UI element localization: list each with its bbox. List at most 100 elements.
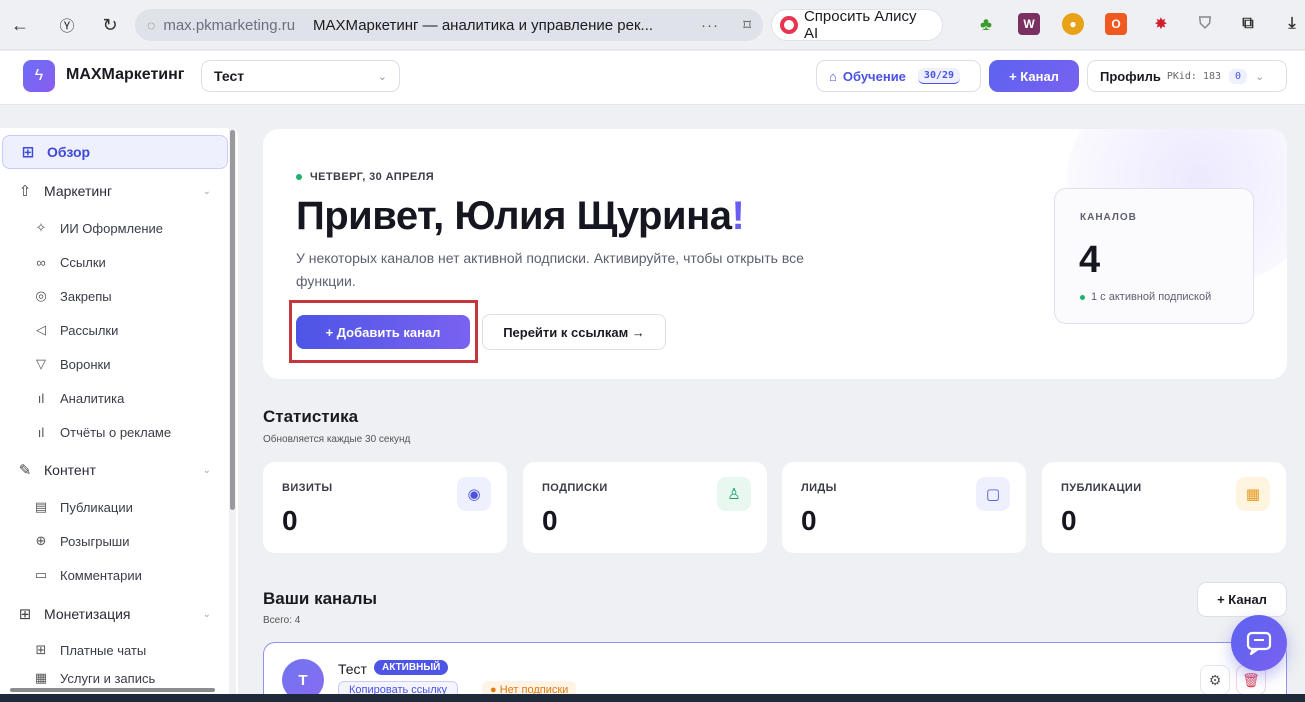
sidebar: ⊞ Обзор ⇧ Маркетинг ⌄ ✧ ИИ Оформление ∞ … [0, 128, 238, 694]
go-to-links-button[interactable]: Перейти к ссылкам → [482, 314, 666, 350]
magic-wand-icon: ✧ [35, 220, 47, 235]
browser-toolbar: ← Ⓨ ↻ ◌ max.pkmarketing.ru MAXМаркетинг … [0, 0, 1305, 50]
extension-leaf-icon[interactable]: ♣ [975, 13, 997, 35]
sidebar-scrollbar-thumb[interactable] [230, 130, 235, 510]
chevron-down-icon: ⌄ [202, 608, 211, 620]
bar-chart-icon: ıl [37, 424, 45, 440]
stat-value: 0 [1061, 505, 1077, 536]
sidebar-item-label: Платные чаты [60, 642, 147, 658]
sidebar-item-pins[interactable]: ◎ Закрепы [0, 281, 112, 311]
channel-row[interactable]: Т Тест АКТИВНЫЙ Копировать ссылку ● Нет … [263, 642, 1287, 702]
bar-chart-icon: ıl [37, 390, 45, 406]
sidebar-item-label: Обзор [47, 144, 91, 160]
stat-value: 0 [542, 505, 558, 536]
stats-title: Статистика [263, 407, 359, 426]
stat-card-visits: ВИЗИТЫ 0 ◉ [263, 462, 507, 553]
channel-name: Тест [338, 661, 367, 677]
comment-icon: ▭ [34, 567, 48, 582]
stats-subtitle: Обновляется каждые 30 секунд [263, 434, 411, 445]
current-date-text: ЧЕТВЕРГ, 30 АПРЕЛЯ [310, 171, 435, 183]
sidebar-item-analytics[interactable]: ıl Аналитика [0, 383, 125, 413]
alice-button[interactable]: Спросить Алису AI [771, 8, 943, 42]
extension-o-icon[interactable]: O [1105, 13, 1127, 35]
sidebar-item-mailings[interactable]: ◁ Рассылки [0, 315, 118, 345]
plus-box-icon: ⊞ [35, 642, 47, 657]
sidebar-item-ai-design[interactable]: ✧ ИИ Оформление [0, 213, 163, 243]
yandex-icon[interactable]: Ⓨ [50, 8, 84, 42]
logo-icon: ϟ [23, 60, 55, 92]
greeting-text: Привет, Юлия Щурина [296, 194, 732, 238]
os-taskbar [0, 694, 1305, 702]
link-icon: ∞ [36, 254, 46, 270]
sidebar-item-label: Отчёты о рекламе [60, 424, 172, 440]
app-header: ϟ MAXМаркетинг Тест ⌄ ⌂ Обучение 30/29 +… [0, 51, 1305, 105]
stat-card-subscriptions: ПОДПИСКИ 0 ♙ [523, 462, 767, 553]
gear-icon[interactable]: ⚙ [1200, 665, 1230, 695]
sidebar-item-content[interactable]: ✎ Контент ⌄ [0, 455, 225, 485]
grid-icon: ⊞ [21, 144, 35, 161]
sidebar-item-giveaways[interactable]: ⊕ Розыгрыши [0, 526, 130, 556]
status-dot [1080, 294, 1085, 300]
more-icon[interactable]: ··· [701, 17, 719, 34]
document-icon: ▤ [34, 499, 48, 514]
support-chat-button[interactable] [1231, 615, 1287, 671]
pk-badge: 0 [1229, 68, 1248, 84]
sidebar-item-monetization[interactable]: ⊞ Монетизация ⌄ [0, 599, 225, 629]
extension-shield-icon[interactable]: ⛉ [1194, 13, 1216, 35]
extension-coin-icon[interactable]: ● [1062, 13, 1084, 35]
extension-bug-icon[interactable]: ✸ [1150, 13, 1172, 35]
sidebar-item-ad-reports[interactable]: ıl Отчёты о рекламе [0, 417, 171, 447]
learning-label: Обучение [842, 68, 906, 84]
sidebar-item-label: Закрепы [60, 288, 112, 304]
channels-note: 1 с активной подпиской [1080, 291, 1211, 303]
stat-value: 0 [282, 505, 298, 536]
extension-w-icon[interactable]: W [1018, 13, 1040, 35]
address-bar[interactable]: ◌ max.pkmarketing.ru MAXМаркетинг — анал… [135, 9, 763, 41]
speaker-icon: ◁ [36, 322, 46, 337]
learning-progress-badge: 30/29 [917, 68, 961, 84]
sidebar-item-funnels[interactable]: ▽ Воронки [0, 349, 111, 379]
sidebar-item-paid-chats[interactable]: ⊞ Платные чаты [0, 635, 147, 665]
reload-icon[interactable]: ↻ [93, 8, 127, 42]
sidebar-item-label: Аналитика [60, 390, 125, 406]
sidebar-item-links[interactable]: ∞ Ссылки [0, 247, 106, 277]
stat-card-leads: ЛИДЫ 0 ▢ [782, 462, 1026, 553]
sidebar-item-label: Ссылки [60, 254, 106, 270]
chevron-down-icon: ⌄ [202, 185, 211, 197]
add-channel-header-button[interactable]: + Канал [989, 60, 1079, 92]
download-icon[interactable]: ⤓ [1281, 13, 1303, 35]
project-select[interactable]: Тест ⌄ [201, 60, 400, 92]
channels-summary-card: КАНАЛОВ 4 1 с активной подпиской [1054, 188, 1254, 324]
sidebar-item-marketing[interactable]: ⇧ Маркетинг ⌄ [0, 176, 225, 206]
chat-icon: ▢ [976, 477, 1010, 511]
back-icon[interactable]: ← [3, 8, 37, 42]
sidebar-item-comments[interactable]: ▭ Комментарии [0, 560, 142, 590]
stat-label: ВИЗИТЫ [282, 482, 333, 494]
bookmark-icon[interactable]: ⌑ [743, 16, 751, 34]
project-select-value: Тест [214, 68, 245, 84]
add-channel-small-button[interactable]: + Канал [1197, 582, 1287, 617]
learning-button[interactable]: ⌂ Обучение 30/29 [816, 60, 981, 92]
sidebar-item-label: Розыгрыши [60, 533, 130, 549]
stat-value: 0 [801, 505, 817, 536]
sidebar-item-label: Маркетинг [44, 183, 113, 199]
pen-icon: ✎ [18, 462, 32, 479]
channels-label: КАНАЛОВ [1080, 212, 1137, 223]
greeting-title: Привет, Юлия Щурина! [296, 194, 745, 239]
stat-label: ЛИДЫ [801, 482, 837, 494]
subscription-warning: У некоторых каналов нет активной подписк… [296, 250, 804, 289]
sidebar-item-publications[interactable]: ▤ Публикации [0, 492, 133, 522]
add-channel-button[interactable]: + Добавить канал [296, 315, 470, 349]
sidebar-item-label: Публикации [60, 499, 133, 515]
shield-icon: ◌ [147, 17, 156, 33]
status-badge: АКТИВНЫЙ [374, 660, 449, 675]
sidebar-item-label: ИИ Оформление [60, 220, 163, 236]
graduation-cap-icon: ⌂ [829, 68, 837, 84]
chevron-down-icon: ⌄ [377, 70, 387, 83]
profile-label: Профиль [1100, 68, 1161, 84]
extension-puzzle-icon[interactable]: ⧉ [1237, 13, 1259, 35]
sidebar-horizontal-scrollbar-thumb[interactable] [10, 688, 215, 692]
stat-label: ПУБЛИКАЦИИ [1061, 482, 1142, 494]
sidebar-item-overview[interactable]: ⊞ Обзор [2, 135, 228, 169]
profile-button[interactable]: Профиль PKid: 183 0 ⌄ [1087, 60, 1287, 92]
